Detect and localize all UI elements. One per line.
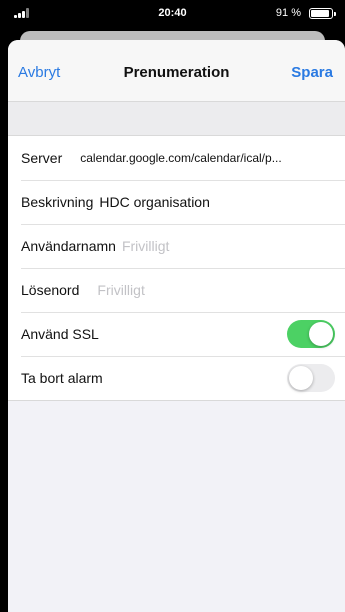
username-row[interactable]: Användarnamn <box>8 224 345 268</box>
status-bar: 20:40 91 % <box>0 0 345 30</box>
description-value[interactable]: HDC organisation <box>99 194 210 210</box>
subscription-form: Server calendar.google.com/calendar/ical… <box>8 135 345 401</box>
save-button[interactable]: Spara <box>291 64 333 81</box>
server-value[interactable]: calendar.google.com/calendar/ical/p... <box>80 151 281 165</box>
remove-alarms-row: Ta bort alarm <box>8 356 345 400</box>
password-label: Lösenord <box>21 282 80 298</box>
remove-alarms-label: Ta bort alarm <box>21 370 103 386</box>
server-row[interactable]: Server calendar.google.com/calendar/ical… <box>8 136 345 180</box>
subscription-sheet: Avbryt Prenumeration Spara Server calend… <box>8 40 345 612</box>
use-ssl-row: Använd SSL <box>8 312 345 356</box>
description-label: Beskrivning <box>21 194 94 210</box>
navigation-bar: Avbryt Prenumeration Spara <box>8 40 345 102</box>
description-row[interactable]: Beskrivning HDC organisation <box>8 180 345 224</box>
server-label: Server <box>21 150 63 166</box>
password-field[interactable] <box>97 282 218 298</box>
username-label: Användarnamn <box>21 238 116 254</box>
use-ssl-label: Använd SSL <box>21 326 99 342</box>
remove-alarms-toggle[interactable] <box>287 364 335 392</box>
battery-icon <box>309 8 336 19</box>
use-ssl-toggle[interactable] <box>287 320 335 348</box>
battery-percent: 91 % <box>275 7 301 19</box>
username-field[interactable] <box>121 238 242 254</box>
section-gap <box>8 102 345 135</box>
password-row[interactable]: Lösenord <box>8 268 345 312</box>
